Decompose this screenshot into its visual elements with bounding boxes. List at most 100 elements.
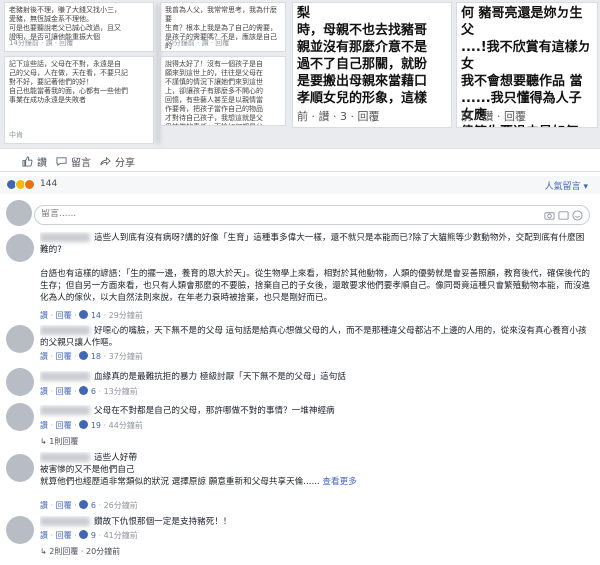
replies-count-label: 2則回覆 [49,547,79,556]
gif-icon[interactable] [558,210,569,221]
comment-reply-link[interactable]: 回覆 [56,311,72,320]
screenshot-collage: 老豬射後不理，賺了大錢又找小三， 愛豬，無恆誠金系不理他。 可是也要聽說老父已誠… [0,0,600,148]
avatar [6,454,34,482]
emoji-icon[interactable] [572,210,583,221]
comment-body: 血緣真的是最難抗拒的暴力 極級討厭「天下無不是的父母」這句話 [40,371,590,385]
view-replies-link[interactable]: ↳ 1則回覆 [40,436,78,447]
comment-reply-link[interactable]: 回覆 [56,501,72,510]
comment-reply-link[interactable]: 回覆 [56,531,72,540]
comment-text: 鑽故下仇恨那個一定是支持豬死！！ [94,517,232,527]
replies-count-label: 1則回覆 [49,437,79,446]
comment-body: 這些人到底有沒有病呀?講的好像「生育」這種事多偉大一樣，還不就只是本能而已?除了… [40,232,590,310]
comment-sort-dropdown[interactable]: 人氣留言 ▾ [545,179,588,192]
comment-like-link[interactable]: 讚 [40,311,48,320]
like-badge-icon [79,530,89,539]
collage-tile: 我曾為人父，我常常思考，我為什麼要 生育？根本上我是為了自己的需要， 是孩子的需… [160,2,286,52]
comment-reply-link[interactable]: 回覆 [56,421,72,430]
comment-text: 好噁心的嘴臉，天下無不是的父母 這句話是給真心想做父母的人，而不是那種違父母都沾… [40,326,587,348]
like-action[interactable]: 讚 [22,154,47,169]
collage-tile: 說得太好了！沒有一個孩子是自 願來到這世上的，往往是父母在 不謹慎的情況下讓她們… [160,56,286,126]
collage-tile: 老豬射後不理，賺了大錢又找小三， 愛豬，無恆誠金系不理他。 可是也要聽說老父已誠… [4,2,154,52]
tile-text: 記下這些話，父母在不對，永遠是自 己的父母，人在做，天在看，不要只記 對不好，要… [9,60,128,104]
angry-reaction-icon[interactable] [24,179,35,190]
comment-like-link[interactable]: 讚 [40,421,48,430]
comment-like-count[interactable]: 9 [91,531,96,540]
comment-time[interactable]: 37分鐘前 [109,352,143,361]
comment-input[interactable] [41,209,481,219]
comment-body: 這些人好帶 被害慘的又不是他們自己 就算他們也經歷過非常類似的狀況 選擇原諒 願… [40,452,590,492]
share-label: 分享 [115,158,135,169]
avatar [6,516,34,544]
avatar [6,325,34,353]
avatar [6,403,34,431]
tile-footer: 前 · 讚 · 回覆 [461,110,526,123]
commenter-name[interactable] [40,453,90,462]
collage-tile: 何 豬哥亮還是妳ㄉ生父 ....!我不欣賞有這樣ㄉ女 我不會想要聽作品 當 ..… [456,2,598,128]
camera-icon[interactable] [544,210,555,221]
comment-time[interactable]: 41分鐘前 [104,531,138,540]
comment-composer[interactable] [34,205,590,225]
like-label: 讚 [37,158,47,169]
commenter-name[interactable] [40,406,90,415]
commenter-name[interactable] [40,517,90,526]
comment-like-link[interactable]: 讚 [40,387,48,396]
thumbs-up-icon [22,156,33,167]
comment-like-count[interactable]: 6 [91,501,96,510]
post-action-bar: 讚 留言 分享 [0,148,600,172]
comment-meta: 讚 · 回覆 · 14 · 29分鐘前 [40,310,143,320]
tile-footer: 14分鐘前 · 讚 · 回覆 [9,39,74,47]
see-more-link[interactable]: 查看更多 [322,477,356,487]
comment-time[interactable]: 44分鐘前 [109,421,143,430]
reaction-count[interactable]: 144 [40,179,57,189]
tile-text: 梨 時，母親不也去找豬哥 親並沒有那麼介意不是 過不了自己那關，就盼 是要搬出母… [297,6,428,106]
like-badge-icon [79,351,89,360]
share-action[interactable]: 分享 [100,154,135,169]
comment-time[interactable]: 26分鐘前 [104,501,138,510]
comment-time[interactable]: 29分鐘前 [109,311,143,320]
share-icon [100,156,111,166]
avatar [6,368,34,396]
comment-body: 好噁心的嘴臉，天下無不是的父母 這句話是給真心想做父母的人，而不是那種違父母都沾… [40,325,590,349]
comment-body: 鑽故下仇恨那個一定是支持豬死！！ [40,516,590,530]
commenter-name[interactable] [40,372,90,381]
commenter-name[interactable] [40,233,90,242]
tile-footer: 前 · 讚 · 3 · 回覆 [297,110,380,123]
collage-tile: 記下這些話，父母在不對，永遠是自 己的父母，人在做，天在看，不要只記 對不好，要… [4,56,154,144]
comment-reply-link[interactable]: 回覆 [56,387,72,396]
like-badge-icon [79,386,89,395]
comment-like-count[interactable]: 18 [91,352,101,361]
tile-footer: 中肯 [9,131,23,139]
comment-meta: 讚 · 回覆 · 18 · 37分鐘前 [40,351,143,361]
like-badge-icon [79,500,89,509]
comment-like-link[interactable]: 讚 [40,352,48,361]
comment-time[interactable]: 13分鐘前 [104,387,138,396]
comment-meta: 讚 · 回覆 · 6 · 13分鐘前 [40,386,138,396]
collage-tile: 梨 時，母親不也去找豬哥 親並沒有那麼介意不是 過不了自己那關，就盼 是要搬出母… [292,2,452,128]
redaction-blur [156,4,160,144]
like-badge-icon [79,420,89,429]
comment-like-link[interactable]: 讚 [40,531,48,540]
commenter-name[interactable] [40,326,90,335]
replies-time: 20分鐘前 [85,547,121,556]
comment-meta: 讚 · 回覆 · 6 · 26分鐘前 [40,500,138,510]
comment-label: 留言 [71,158,91,169]
comment-like-count[interactable]: 6 [91,387,96,396]
comment-like-count[interactable]: 19 [91,421,101,430]
comment-text: 血緣真的是最難抗拒的暴力 極級討厭「天下無不是的父母」這句話 [94,372,346,382]
comment-meta: 讚 · 回覆 · 9 · 41分鐘前 [40,530,138,540]
reaction-summary: 144 人氣留言 ▾ [0,176,600,194]
view-replies-link[interactable]: ↳ 2則回覆 · 20分鐘前 [40,546,120,557]
tile-text: 說得太好了！沒有一個孩子是自 願來到這世上的，往往是父母在 不謹慎的情況下讓她們… [165,60,263,125]
like-badge-icon [79,310,89,319]
tile-footer: 20分鐘前 · 讚 · 回覆 [165,39,230,47]
comment-text: 父母在不對都是自己的父母，那許哪做不對的事情？一堆神經病 [94,406,335,416]
comment-like-count[interactable]: 14 [91,311,101,320]
comment-text: 這些人到底有沒有病呀?講的好像「生育」這種事多偉大一樣，還不就只是本能而已?除了… [40,233,590,303]
comment-action[interactable]: 留言 [56,154,91,169]
comment-reply-link[interactable]: 回覆 [56,352,72,361]
sort-label: 人氣留言 [544,182,581,192]
avatar [6,234,34,262]
comment-icon [56,157,67,167]
avatar [6,200,32,226]
comment-like-link[interactable]: 讚 [40,501,48,510]
